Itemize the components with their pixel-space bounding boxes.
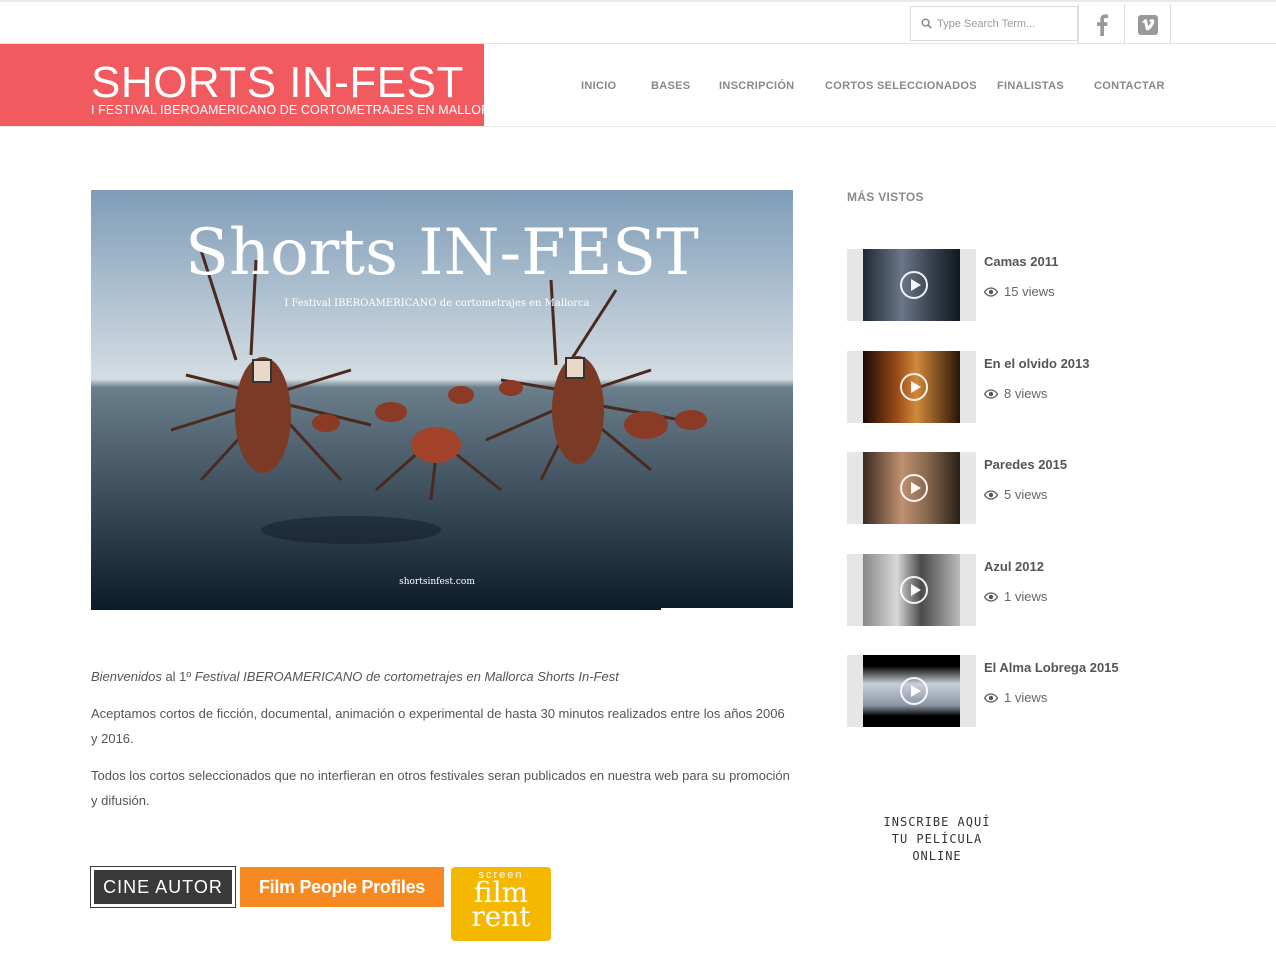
- site-header: SHORTS IN-FEST I FESTIVAL IBEROAMERICANO…: [0, 44, 1276, 127]
- vimeo-link[interactable]: [1124, 4, 1171, 45]
- most-viewed-title: MÁS VISTOS: [847, 190, 924, 204]
- video-title[interactable]: En el olvido 2013: [984, 356, 1090, 371]
- hero-title: Shorts IN-FEST: [185, 216, 699, 290]
- facebook-link[interactable]: [1078, 4, 1125, 45]
- nav-contactar[interactable]: CONTACTAR: [1094, 80, 1165, 92]
- inscribe-line-1: INSCRIBE AQUÍ: [883, 815, 991, 829]
- video-views: 5 views: [984, 487, 1047, 502]
- eye-icon: [984, 489, 998, 500]
- video-item[interactable]: El Alma Lobrega 2015 1 views: [847, 655, 1167, 727]
- eye-icon: [984, 692, 998, 703]
- search-icon: [921, 18, 932, 29]
- nav-bases[interactable]: BASES: [651, 80, 690, 92]
- eye-icon: [984, 286, 998, 297]
- video-views-count: 15 views: [1004, 284, 1055, 299]
- nav-cortos-seleccionados[interactable]: CORTOS SELECCIONADOS: [825, 80, 977, 92]
- video-title[interactable]: Camas 2011: [984, 254, 1058, 269]
- eye-icon: [984, 388, 998, 399]
- video-item[interactable]: Azul 2012 1 views: [847, 554, 1167, 626]
- video-item[interactable]: Camas 2011 15 views: [847, 249, 1167, 321]
- intro-ordinal: al 1º: [161, 669, 195, 684]
- video-item[interactable]: En el olvido 2013 8 views: [847, 351, 1167, 423]
- hero-banner: Shorts IN-FEST I Festival IBEROAMERICANO…: [91, 190, 793, 610]
- facebook-icon: [1096, 13, 1108, 36]
- intro-festival-name: Festival IBEROAMERICANO de cortometrajes…: [194, 669, 619, 684]
- eye-icon: [984, 591, 998, 602]
- intro-paragraph-1: Bienvenidos al 1º Festival IBEROAMERICAN…: [91, 664, 791, 689]
- video-title[interactable]: Azul 2012: [984, 559, 1044, 574]
- nav-inicio[interactable]: INICIO: [581, 80, 616, 92]
- play-icon: [900, 373, 928, 401]
- play-icon: [900, 271, 928, 299]
- video-views: 8 views: [984, 386, 1047, 401]
- video-thumbnail[interactable]: [847, 655, 976, 727]
- video-views: 15 views: [984, 284, 1055, 299]
- intro-text: Bienvenidos al 1º Festival IBEROAMERICAN…: [91, 664, 791, 825]
- sfr-rent-text: rent: [471, 900, 531, 933]
- top-bar: [0, 0, 1276, 45]
- search-input[interactable]: [937, 17, 1067, 30]
- inscribe-online-link[interactable]: INSCRIBE AQUÍ TU PELÍCULA ONLINE: [866, 814, 1008, 865]
- screen-film-rent-logo[interactable]: screen film rent: [451, 867, 551, 941]
- nav-inscripcion[interactable]: INSCRIPCIÓN: [719, 80, 794, 92]
- intro-paragraph-2: Aceptamos cortos de ficción, documental,…: [91, 706, 785, 746]
- video-views: 1 views: [984, 589, 1047, 604]
- video-title[interactable]: El Alma Lobrega 2015: [984, 660, 1119, 675]
- hero-url: shortsinfest.com: [399, 577, 475, 587]
- video-views-count: 1 views: [1004, 589, 1048, 604]
- site-title: SHORTS IN-FEST: [91, 58, 464, 107]
- video-views-count: 8 views: [1004, 386, 1048, 401]
- video-title[interactable]: Paredes 2015: [984, 457, 1067, 472]
- video-views-count: 5 views: [1004, 487, 1048, 502]
- play-icon: [900, 677, 928, 705]
- video-thumbnail[interactable]: [847, 554, 976, 626]
- site-logo[interactable]: SHORTS IN-FEST I FESTIVAL IBEROAMERICANO…: [0, 44, 508, 126]
- video-views-count: 1 views: [1004, 690, 1048, 705]
- hero-image: Shorts IN-FEST I Festival IBEROAMERICANO…: [91, 190, 793, 610]
- inscribe-line-2: TU PELÍCULA ONLINE: [891, 832, 983, 863]
- cine-autor-logo[interactable]: CINE AUTOR: [90, 866, 236, 908]
- video-thumbnail[interactable]: [847, 351, 976, 423]
- video-thumbnail[interactable]: [847, 452, 976, 524]
- video-views: 1 views: [984, 690, 1047, 705]
- site-subtitle: I FESTIVAL IBEROAMERICANO DE CORTOMETRAJ…: [91, 103, 508, 117]
- video-thumbnail[interactable]: [847, 249, 976, 321]
- search-box[interactable]: [910, 6, 1078, 41]
- intro-welcome: Bienvenidos: [91, 669, 162, 684]
- play-icon: [900, 576, 928, 604]
- vimeo-icon: [1137, 14, 1158, 35]
- nav-finalistas[interactable]: FINALISTAS: [997, 80, 1064, 92]
- hero-subtitle: I Festival IBEROAMERICANO de cortometraj…: [284, 298, 589, 309]
- play-icon: [900, 474, 928, 502]
- video-item[interactable]: Paredes 2015 5 views: [847, 452, 1167, 524]
- intro-paragraph-3: Todos los cortos seleccionados que no in…: [91, 768, 790, 808]
- film-people-profiles-logo[interactable]: Film People Profiles: [240, 867, 444, 907]
